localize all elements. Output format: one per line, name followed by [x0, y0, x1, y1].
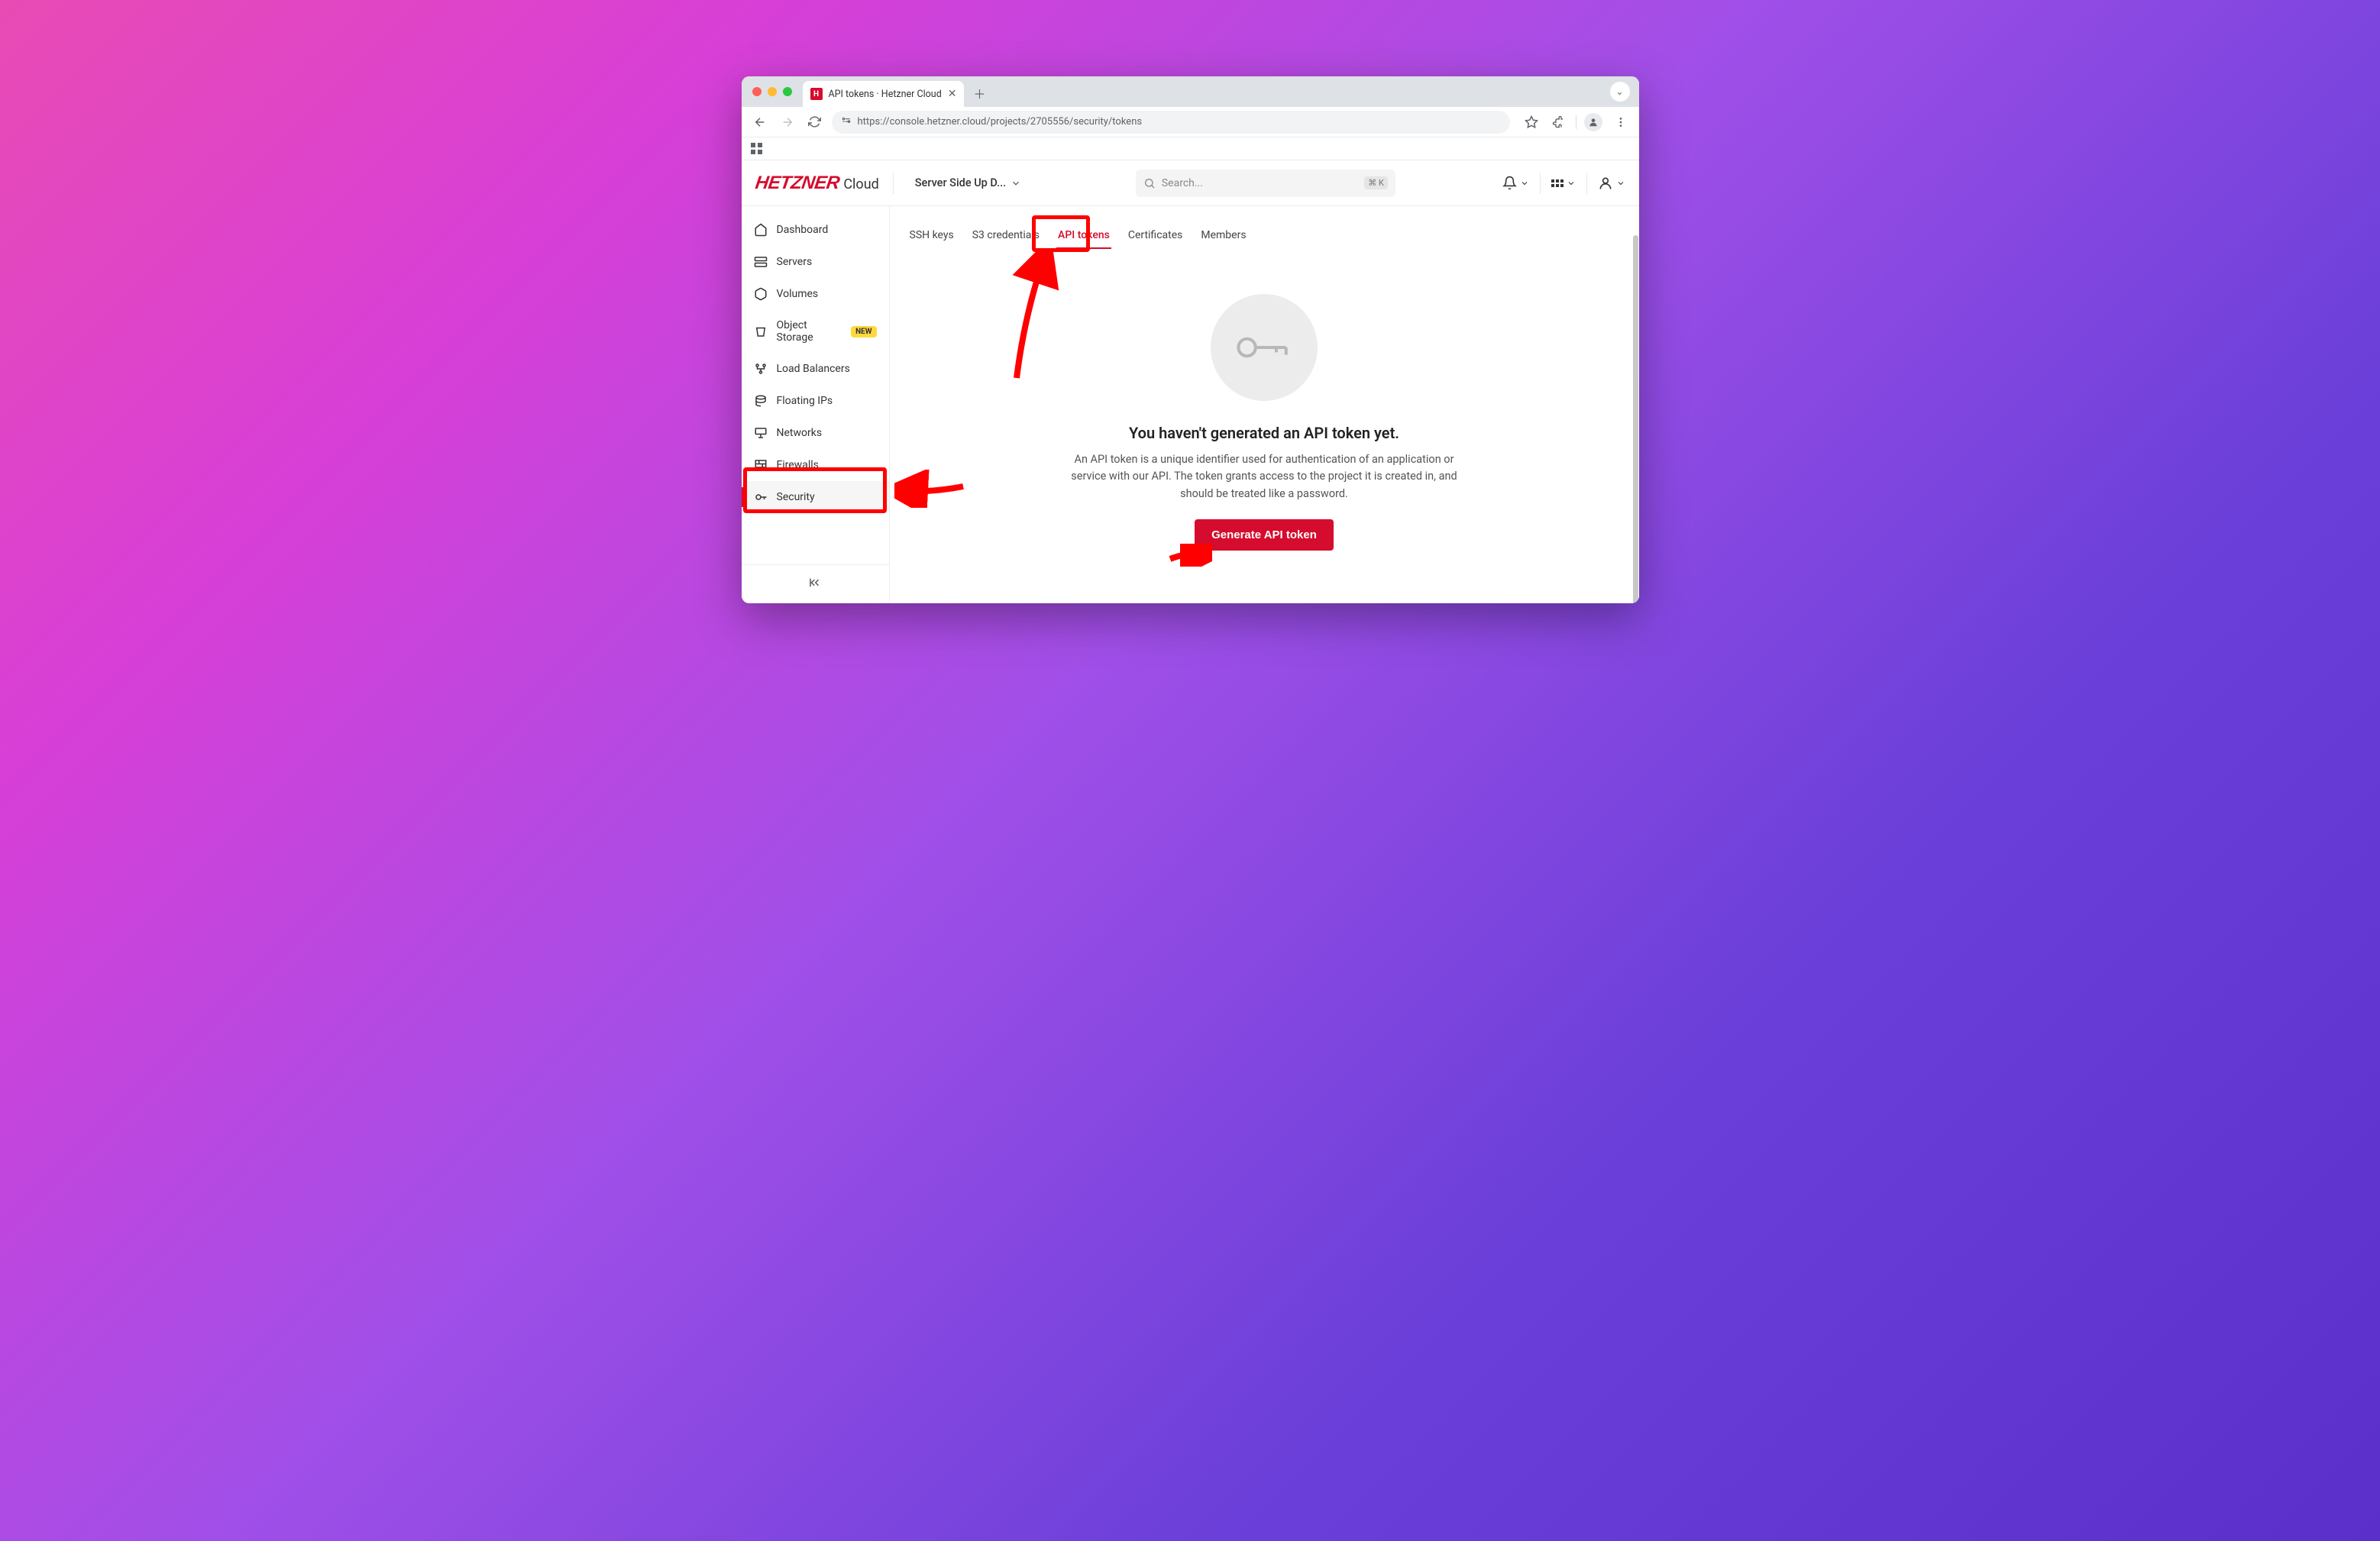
- sidebar-item-label: Load Balancers: [777, 363, 850, 375]
- site-settings-icon[interactable]: [841, 115, 852, 128]
- browser-menu-icon[interactable]: [1610, 111, 1631, 133]
- bookmarks-bar: [742, 137, 1639, 160]
- window-maximize[interactable]: [783, 87, 792, 96]
- sidebar-item-label: Object Storage: [777, 319, 842, 344]
- window-close[interactable]: [752, 87, 762, 96]
- scrollbar-indicator[interactable]: [1633, 235, 1638, 603]
- url-text: https://console.hetzner.cloud/projects/2…: [858, 116, 1143, 128]
- app-header: HETZNER Cloud Server Side Up D... Search…: [742, 160, 1639, 206]
- main-content: SSH keys S3 credentials API tokens Certi…: [890, 206, 1639, 603]
- project-name: Server Side Up D...: [915, 176, 1006, 189]
- collapse-sidebar-icon[interactable]: [808, 576, 822, 593]
- sidebar-item-floating-ips[interactable]: Floating IPs: [742, 385, 889, 417]
- extensions-icon[interactable]: [1548, 111, 1570, 133]
- balance-icon: [754, 362, 768, 376]
- chevron-down-icon: [1520, 179, 1529, 188]
- sidebar-item-servers[interactable]: Servers: [742, 246, 889, 278]
- sidebar-item-label: Dashboard: [777, 224, 829, 236]
- grid-icon: [1551, 179, 1563, 187]
- sidebar-item-label: Networks: [777, 427, 823, 439]
- sidebar-item-security[interactable]: Security: [742, 481, 889, 513]
- nav-back-button[interactable]: [749, 111, 771, 133]
- project-selector[interactable]: Server Side Up D...: [907, 172, 1029, 194]
- chevron-down-icon: [1567, 179, 1576, 188]
- browser-window: H API tokens · Hetzner Cloud ✕ ＋ ⌄ https…: [742, 76, 1639, 603]
- chevron-down-icon: [1011, 178, 1021, 189]
- logo-text: HETZNER: [754, 173, 841, 194]
- notifications-button[interactable]: [1502, 176, 1529, 190]
- search-icon: [1143, 177, 1156, 189]
- server-icon: [754, 255, 768, 269]
- tab-favicon: H: [810, 88, 823, 100]
- window-minimize[interactable]: [768, 87, 777, 96]
- nav-reload-button[interactable]: [804, 111, 826, 133]
- tabs-dropdown[interactable]: ⌄: [1610, 82, 1630, 102]
- nav-forward-button[interactable]: [777, 111, 798, 133]
- user-menu-button[interactable]: [1598, 176, 1625, 191]
- home-icon: [754, 223, 768, 237]
- tab-api-tokens[interactable]: API tokens: [1056, 223, 1111, 249]
- apps-menu-button[interactable]: [1551, 179, 1576, 188]
- empty-key-icon: [1211, 294, 1318, 401]
- sidebar-item-load-balancers[interactable]: Load Balancers: [742, 353, 889, 385]
- tab-s3-credentials[interactable]: S3 credentials: [971, 223, 1041, 249]
- tab-members[interactable]: Members: [1199, 223, 1247, 249]
- sidebar-item-dashboard[interactable]: Dashboard: [742, 214, 889, 246]
- sidebar-item-volumes[interactable]: Volumes: [742, 278, 889, 310]
- browser-toolbar: https://console.hetzner.cloud/projects/2…: [742, 107, 1639, 137]
- new-tab-button[interactable]: ＋: [968, 82, 990, 104]
- url-bar[interactable]: https://console.hetzner.cloud/projects/2…: [832, 111, 1510, 134]
- volume-icon: [754, 287, 768, 301]
- search-placeholder: Search...: [1162, 177, 1358, 189]
- user-icon: [1598, 176, 1613, 191]
- empty-description: An API token is a unique identifier used…: [1058, 451, 1470, 502]
- logo-subtext: Cloud: [843, 176, 878, 192]
- sidebar-item-firewalls[interactable]: Firewalls: [742, 449, 889, 481]
- empty-title: You haven't generated an API token yet.: [1129, 424, 1399, 442]
- network-icon: [754, 426, 768, 440]
- new-badge: NEW: [851, 326, 876, 338]
- sidebar-item-label: Firewalls: [777, 459, 819, 471]
- logo[interactable]: HETZNER Cloud: [755, 173, 879, 194]
- sidebar-item-label: Volumes: [777, 288, 819, 300]
- tab-title: API tokens · Hetzner Cloud: [829, 89, 942, 100]
- empty-state: You haven't generated an API token yet. …: [890, 249, 1639, 580]
- key-icon: [754, 490, 768, 504]
- browser-tabs-bar: H API tokens · Hetzner Cloud ✕ ＋ ⌄: [742, 76, 1639, 107]
- sidebar-item-label: Security: [777, 491, 815, 503]
- firewall-icon: [754, 458, 768, 472]
- tab-ssh-keys[interactable]: SSH keys: [908, 223, 956, 249]
- generate-api-token-button[interactable]: Generate API token: [1195, 519, 1334, 551]
- tab-certificates[interactable]: Certificates: [1127, 223, 1185, 249]
- sidebar-item-networks[interactable]: Networks: [742, 417, 889, 449]
- window-controls: [752, 87, 792, 96]
- sidebar-item-label: Servers: [777, 256, 813, 268]
- sidebar: Dashboard Servers Volumes Object Storage…: [742, 206, 890, 603]
- sidebar-item-label: Floating IPs: [777, 395, 833, 407]
- tabs-row: SSH keys S3 credentials API tokens Certi…: [890, 206, 1639, 249]
- bucket-icon: [754, 325, 768, 338]
- sidebar-item-object-storage[interactable]: Object Storage NEW: [742, 310, 889, 353]
- bookmark-star-icon[interactable]: [1521, 111, 1542, 133]
- tab-close-icon[interactable]: ✕: [948, 88, 957, 100]
- apps-grid-icon[interactable]: [751, 143, 763, 155]
- profile-avatar[interactable]: [1583, 111, 1604, 133]
- sidebar-list: Dashboard Servers Volumes Object Storage…: [742, 206, 889, 564]
- sidebar-footer: [742, 564, 889, 603]
- browser-tab[interactable]: H API tokens · Hetzner Cloud ✕: [803, 81, 965, 107]
- chevron-down-icon: [1616, 179, 1625, 188]
- bell-icon: [1502, 176, 1517, 190]
- search-shortcut: ⌘ K: [1364, 176, 1388, 189]
- app-body: Dashboard Servers Volumes Object Storage…: [742, 206, 1639, 603]
- search-input[interactable]: Search... ⌘ K: [1136, 170, 1395, 197]
- floating-ip-icon: [754, 394, 768, 408]
